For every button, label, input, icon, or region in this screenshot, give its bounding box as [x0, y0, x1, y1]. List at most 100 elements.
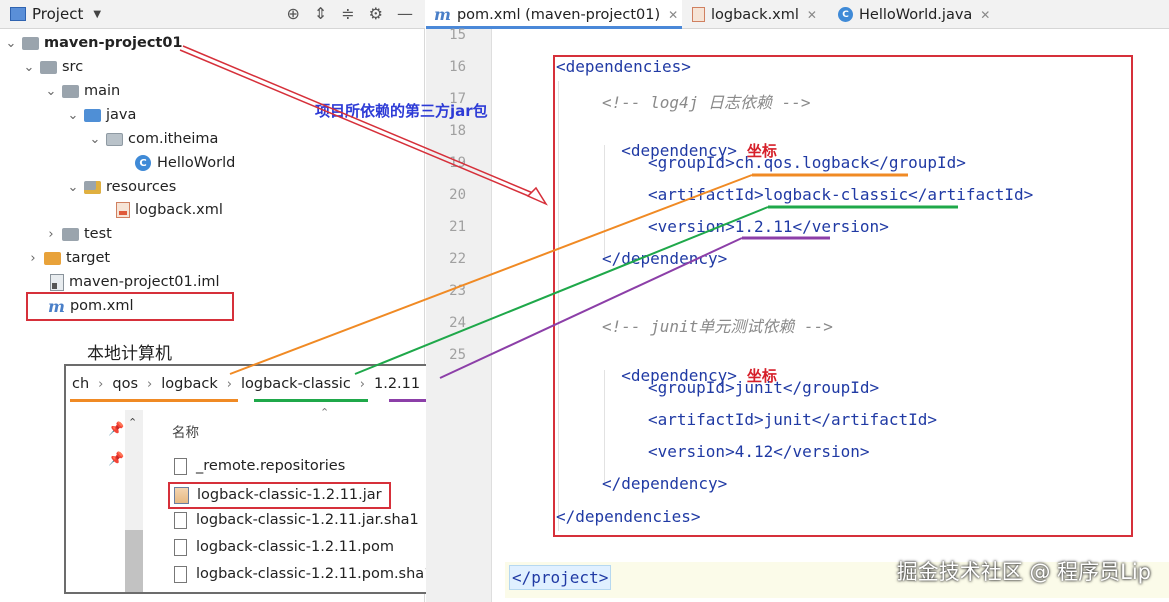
collapse-all-icon[interactable]: ≑ [341, 4, 354, 23]
tab-helloworld-java[interactable]: C HelloWorld.java ✕ [830, 0, 1000, 29]
chevron-right-icon[interactable]: › [44, 227, 58, 242]
chevron-down-icon[interactable]: ⌄ [66, 180, 80, 195]
breadcrumb-item[interactable]: logback-classic [241, 376, 351, 392]
sort-arrow-icon[interactable]: ⌃ [320, 406, 329, 419]
file-row[interactable]: logback-classic-1.2.11.pom [174, 535, 394, 559]
local-computer-label: 本地计算机 [87, 344, 172, 364]
chevron-right-icon: › [359, 376, 365, 392]
chevron-down-icon[interactable]: ⌄ [22, 60, 36, 75]
java-class-icon: C [135, 155, 151, 171]
line-number: 18 [449, 123, 466, 139]
tree-item-logback-xml[interactable]: logback.xml [114, 199, 223, 221]
chevron-up-icon[interactable]: ⌃ [128, 416, 137, 429]
tab-logback-xml[interactable]: logback.xml ✕ [684, 0, 832, 29]
file-icon [174, 457, 187, 475]
tree-item-label: maven-project01.iml [69, 274, 220, 290]
third-party-jar-annotation: 项目所依赖的第三方jar包 [315, 102, 488, 120]
tree-item-helloworld[interactable]: C HelloWorld [133, 152, 235, 174]
pom-highlight-box [26, 292, 234, 321]
tab-label: pom.xml (maven-project01) [456, 6, 661, 23]
chevron-down-icon: ▼ [93, 8, 102, 20]
xml-file-icon [692, 7, 705, 22]
tree-item-com-itheima[interactable]: ⌄ com.itheima [88, 128, 219, 150]
folder-icon [62, 84, 79, 98]
file-name: logback-classic-1.2.11.pom [196, 539, 394, 555]
close-icon[interactable]: ✕ [807, 8, 817, 22]
tree-item-label: maven-project01 [44, 35, 183, 51]
gear-icon[interactable]: ⚙ [369, 4, 383, 23]
project-view-title: Project [32, 5, 84, 23]
file-name: logback-classic-1.2.11.pom.sha1 [196, 566, 434, 582]
xml-file-icon [116, 202, 130, 218]
project-view-selector[interactable]: Project ▼ [10, 5, 101, 23]
minimize-icon[interactable]: — [397, 4, 413, 23]
pin-icon[interactable]: 📌 [108, 452, 124, 467]
tree-item-label: src [62, 59, 84, 75]
chevron-down-icon[interactable]: ⌄ [4, 36, 18, 51]
tab-pom-xml[interactable]: m pom.xml (maven-project01) ✕ [426, 0, 682, 29]
source-folder-icon [84, 108, 101, 122]
dependencies-highlight-box [553, 55, 1133, 537]
line-number: 16 [449, 59, 466, 75]
resources-folder-icon [84, 180, 101, 194]
excluded-folder-icon [44, 251, 61, 265]
line-number: 24 [449, 315, 466, 331]
breadcrumb-item[interactable]: qos [112, 376, 138, 392]
file-icon [174, 565, 187, 583]
tree-item-iml[interactable]: maven-project01.iml [46, 271, 220, 293]
chevron-right-icon: › [98, 376, 104, 392]
line-number: 23 [449, 283, 466, 299]
line-number: 20 [449, 187, 466, 203]
tree-item-label: com.itheima [128, 131, 219, 147]
tree-item-label: java [106, 107, 137, 123]
close-icon[interactable]: ✕ [980, 8, 990, 22]
chevron-right-icon: › [226, 376, 232, 392]
scrollbar-thumb[interactable] [125, 530, 143, 592]
line-number: 25 [449, 347, 466, 363]
iml-file-icon [50, 273, 64, 291]
tab-label: HelloWorld.java [859, 6, 973, 23]
file-icon [174, 538, 187, 556]
line-number: 15 [449, 27, 466, 43]
groupid-underline [70, 399, 238, 402]
file-icon [174, 511, 187, 529]
tree-item-target[interactable]: › target [26, 247, 110, 269]
tree-item-label: test [84, 226, 112, 242]
column-header-name[interactable]: 名称 [172, 421, 199, 441]
package-icon [106, 132, 123, 146]
chevron-down-icon[interactable]: ⌄ [88, 132, 102, 147]
close-icon[interactable]: ✕ [668, 8, 678, 22]
tree-item-main[interactable]: ⌄ main [44, 80, 121, 102]
breadcrumb-item[interactable]: logback [161, 376, 218, 392]
file-row[interactable]: logback-classic-1.2.11.jar.sha1 [174, 508, 419, 532]
file-name: logback-classic-1.2.11.jar.sha1 [196, 512, 419, 528]
project-panel-header: Project ▼ ⊕ ⇕ ≑ ⚙ — [0, 0, 425, 29]
pin-icon[interactable]: 📌 [108, 422, 124, 437]
jar-highlight-box [168, 482, 391, 509]
maven-icon: m [434, 5, 451, 24]
tree-item-label: target [66, 250, 111, 266]
breadcrumb-item[interactable]: 1.2.11 [374, 376, 420, 392]
expand-all-icon[interactable]: ⇕ [314, 4, 327, 23]
chevron-down-icon[interactable]: ⌄ [44, 84, 58, 99]
editor-tab-bar: m pom.xml (maven-project01) ✕ logback.xm… [426, 0, 1169, 29]
tree-item-test[interactable]: › test [44, 223, 112, 245]
file-row[interactable]: _remote.repositories [174, 454, 345, 478]
module-folder-icon [22, 36, 39, 50]
tree-item-label: resources [106, 179, 177, 195]
breadcrumb-item[interactable]: ch [72, 376, 89, 392]
project-icon [10, 7, 26, 21]
locate-icon[interactable]: ⊕ [286, 4, 299, 23]
watermark: 掘金技术社区 @ 程序员Lip [896, 560, 1151, 584]
tree-item-java[interactable]: ⌄ java [66, 104, 137, 126]
tree-item-label: logback.xml [135, 202, 223, 218]
file-row[interactable]: logback-classic-1.2.11.pom.sha1 [174, 562, 433, 586]
chevron-down-icon[interactable]: ⌄ [66, 108, 80, 123]
tree-item-src[interactable]: ⌄ src [22, 56, 84, 78]
file-name: _remote.repositories [196, 458, 346, 474]
folder-icon [40, 60, 57, 74]
chevron-right-icon[interactable]: › [26, 251, 40, 266]
tree-item-maven-project01[interactable]: ⌄ maven-project01 [4, 32, 183, 54]
tree-item-resources[interactable]: ⌄ resources [66, 176, 177, 198]
breadcrumb: ch › qos › logback › logback-classic › 1… [72, 376, 420, 392]
